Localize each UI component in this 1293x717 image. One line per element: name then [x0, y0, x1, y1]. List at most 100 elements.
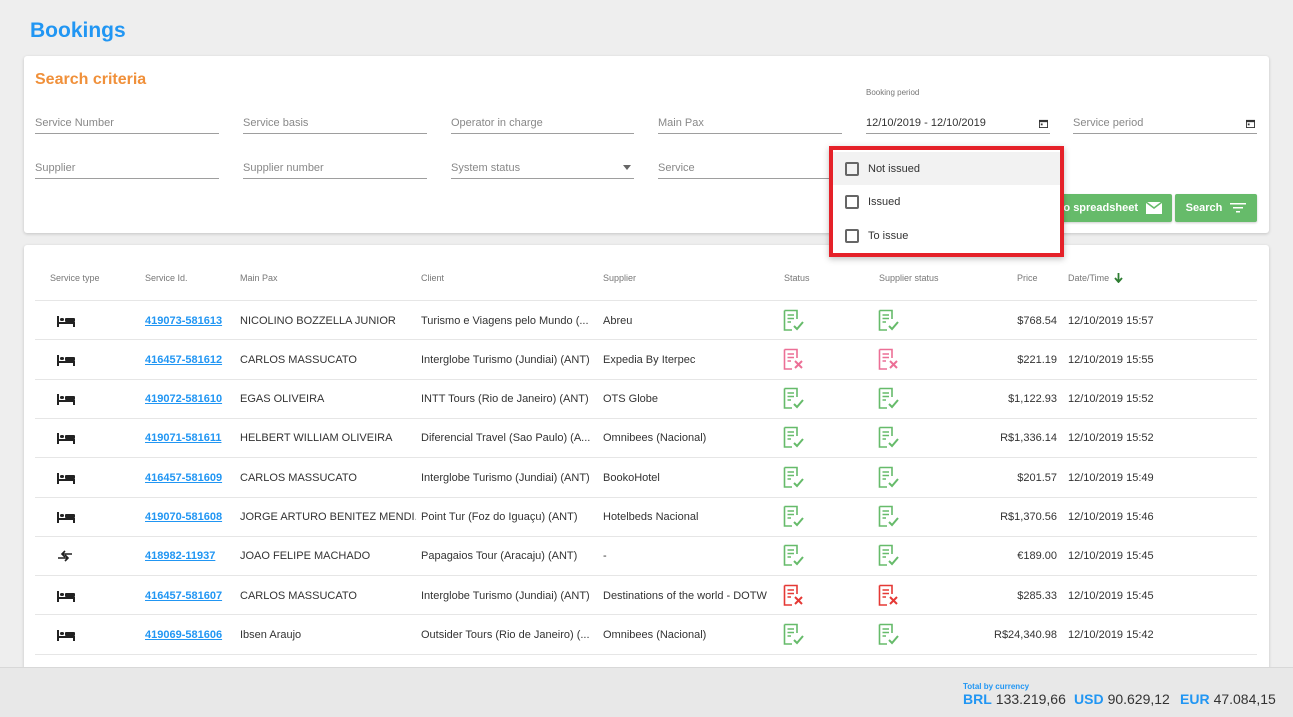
header-service-type[interactable]: Service type [50, 273, 100, 283]
status-ok-icon[interactable] [783, 380, 809, 419]
table-row[interactable]: 418982-11937 JOAO FELIPE MACHADO Papagaios… [35, 535, 1257, 576]
system-status-select[interactable]: System status [451, 153, 634, 179]
client-cell: Outsider Tours (Rio de Janeiro) (... [421, 628, 590, 641]
bed-icon [57, 498, 87, 537]
option-not-issued[interactable]: Not issued [833, 152, 1060, 185]
supplier-number-placeholder: Supplier number [243, 162, 324, 174]
booking-period-field[interactable]: Booking period 12/10/2019 - 12/10/2019 [866, 88, 1050, 134]
main-pax-cell: EGAS OLIVEIRA [240, 393, 325, 406]
header-price[interactable]: Price [1017, 273, 1038, 283]
supplier-field[interactable]: Supplier [35, 153, 219, 179]
status-cancel-pink-icon[interactable] [783, 340, 809, 379]
service-id-link[interactable]: 419071-581611 [145, 419, 237, 458]
main-pax-cell: CARLOS MASSUCATO [240, 471, 357, 484]
arrow-down-icon [1114, 273, 1123, 283]
system-status-dropdown: Not issued Issued To issue [829, 146, 1064, 257]
booking-period-label: Booking period [866, 88, 920, 97]
status-ok-icon[interactable] [783, 498, 809, 537]
supplier-cell: Omnibees (Nacional) [603, 628, 707, 641]
service-period-placeholder: Service period [1073, 117, 1144, 129]
service-id-link[interactable]: 416457-581612 [145, 340, 237, 379]
supplier-placeholder: Supplier [35, 162, 76, 174]
supplier-status-ok-icon[interactable] [878, 301, 904, 340]
option-label: Issued [868, 195, 901, 208]
service-id-link[interactable]: 419072-581610 [145, 380, 237, 419]
supplier-status-ok-icon[interactable] [878, 458, 904, 497]
status-cancel-red-icon[interactable] [783, 576, 809, 615]
client-cell: INTT Tours (Rio de Janeiro) (ANT) [421, 393, 589, 406]
table-row[interactable]: 419069-581606 Ibsen Araujo Outsider Tours … [35, 614, 1257, 653]
status-ok-icon[interactable] [783, 419, 809, 458]
export-spreadsheet-button[interactable]: to spreadsheet [1054, 194, 1172, 222]
service-basis-field[interactable]: Service basis [243, 108, 427, 134]
supplier-number-field[interactable]: Supplier number [243, 153, 427, 179]
header-service-id[interactable]: Service Id. [145, 273, 188, 283]
main-pax-field[interactable]: Main Pax [658, 108, 842, 134]
search-button[interactable]: Search [1175, 194, 1257, 222]
supplier-cell: - [603, 550, 607, 563]
calendar-icon[interactable] [1039, 119, 1048, 128]
service-number-field[interactable]: Service Number [35, 108, 219, 134]
supplier-status-ok-icon[interactable] [878, 498, 904, 537]
service-id-link[interactable]: 419070-581608 [145, 498, 237, 537]
main-pax-cell: JOAO FELIPE MACHADO [240, 550, 371, 563]
status-ok-icon[interactable] [783, 615, 809, 654]
service-basis-placeholder: Service basis [243, 117, 309, 129]
header-supplier-status[interactable]: Supplier status [879, 273, 939, 283]
option-issued[interactable]: Issued [833, 185, 1060, 218]
supplier-status-cancel-pink-icon[interactable] [878, 340, 904, 379]
service-id-link[interactable]: 416457-581607 [145, 576, 237, 615]
status-ok-icon[interactable] [783, 301, 809, 340]
table-row[interactable]: 419071-581611 HELBERT WILLIAM OLIVEIRA Dif… [35, 417, 1257, 458]
table-row[interactable]: 416457-581612 CARLOS MASSUCATO Interglobe … [35, 339, 1257, 378]
filter-icon [1230, 203, 1247, 213]
service-select[interactable]: Service [658, 153, 842, 179]
checkbox[interactable] [845, 194, 859, 209]
price-cell: $1,122.93 [1008, 393, 1057, 406]
table-row[interactable]: 416457-581607 CARLOS MASSUCATO Interglobe … [35, 575, 1257, 614]
export-button-label: to spreadsheet [1059, 202, 1138, 214]
transfer-icon [57, 537, 87, 576]
price-cell: R$1,336.14 [1000, 432, 1057, 445]
header-main-pax[interactable]: Main Pax [240, 273, 278, 283]
header-status[interactable]: Status [784, 273, 810, 283]
service-id-link[interactable]: 416457-581609 [145, 458, 237, 497]
supplier-status-ok-icon[interactable] [878, 380, 904, 419]
option-to-issue[interactable]: To issue [833, 219, 1060, 252]
datetime-cell: 12/10/2019 15:52 [1068, 432, 1154, 445]
total-usd: USD 90.629,12 [1074, 691, 1170, 707]
operator-placeholder: Operator in charge [451, 117, 543, 129]
header-supplier[interactable]: Supplier [603, 273, 636, 283]
service-id-link[interactable]: 419073-581613 [145, 301, 237, 340]
datetime-cell: 12/10/2019 15:55 [1068, 353, 1154, 366]
header-client[interactable]: Client [421, 273, 444, 283]
table-row[interactable]: 419072-581610 EGAS OLIVEIRA INTT Tours (Ri… [35, 378, 1257, 419]
service-id-link[interactable]: 419069-581606 [145, 615, 237, 654]
operator-in-charge-field[interactable]: Operator in charge [451, 108, 634, 134]
supplier-status-ok-icon[interactable] [878, 615, 904, 654]
table-row[interactable]: 419073-581613 NICOLINO BOZZELLA JUNIOR Tur… [35, 300, 1257, 339]
client-cell: Papagaios Tour (Aracaju) (ANT) [421, 550, 578, 563]
header-datetime-label: Date/Time [1068, 273, 1110, 283]
service-period-field[interactable]: Service period [1073, 108, 1257, 134]
checkbox[interactable] [845, 228, 859, 243]
search-button-label: Search [1185, 202, 1223, 214]
supplier-cell: Expedia By Iterpec [603, 353, 696, 366]
total-by-currency-label: Total by currency [963, 682, 1030, 691]
supplier-status-ok-icon[interactable] [878, 419, 904, 458]
bed-icon [57, 340, 87, 379]
table-row[interactable]: 416457-581609 CARLOS MASSUCATO Interglobe … [35, 457, 1257, 496]
price-cell: €189.00 [1017, 550, 1057, 563]
supplier-status-cancel-red-icon[interactable] [878, 576, 904, 615]
table-row[interactable]: 419070-581608 JORGE ARTURO BENITEZ MENDI.… [35, 496, 1257, 537]
supplier-status-ok-icon[interactable] [878, 537, 904, 576]
service-id-link[interactable]: 418982-11937 [145, 537, 237, 576]
status-ok-icon[interactable] [783, 458, 809, 497]
status-ok-icon[interactable] [783, 537, 809, 576]
calendar-icon[interactable] [1246, 119, 1255, 128]
supplier-cell: Abreu [603, 314, 633, 327]
bed-icon [57, 458, 87, 497]
bed-icon [57, 419, 87, 458]
checkbox[interactable] [845, 161, 859, 176]
header-datetime[interactable]: Date/Time [1068, 273, 1123, 283]
